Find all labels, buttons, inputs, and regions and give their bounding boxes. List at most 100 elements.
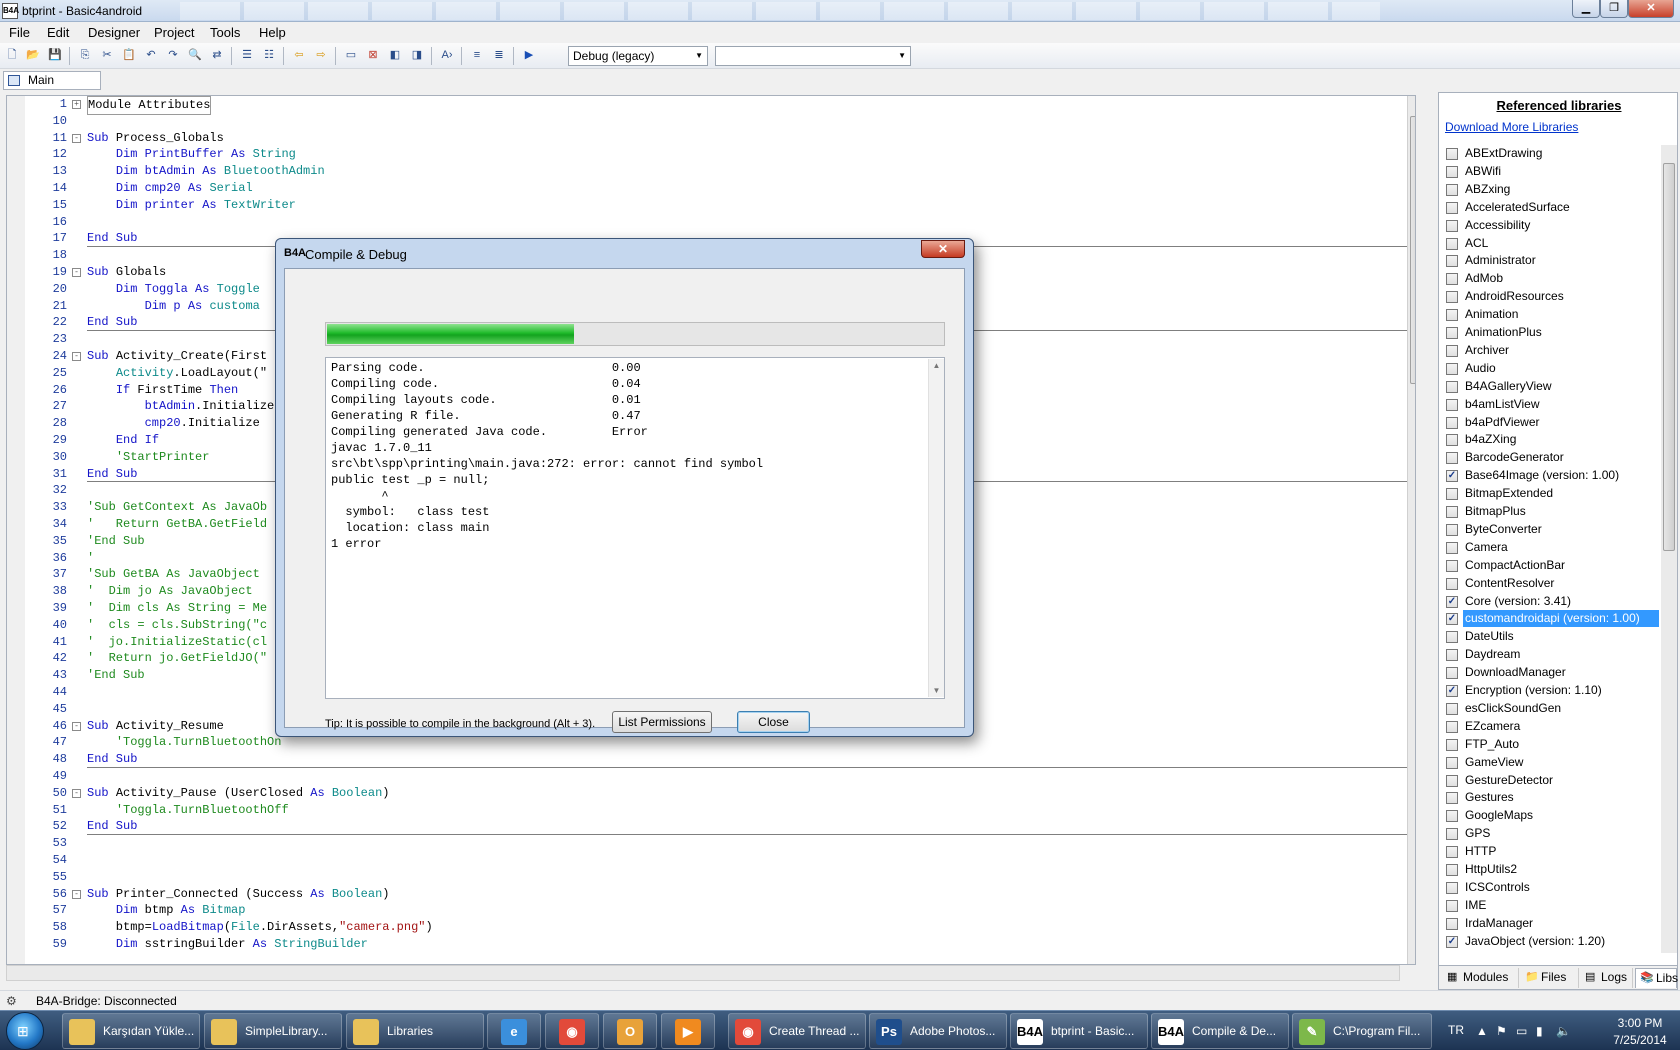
code-line[interactable]: 51 'Toggla.TurnBluetoothOff <box>25 802 1415 819</box>
uncomment-block-icon[interactable]: ≣ <box>491 47 507 63</box>
next-bookmark-icon[interactable]: ◨ <box>409 47 425 63</box>
editor-horizontal-scrollbar[interactable] <box>6 965 1400 981</box>
library-item[interactable]: DownloadManager <box>1443 664 1661 681</box>
library-item[interactable]: B4AGalleryView <box>1443 378 1661 395</box>
dialog-close-button[interactable]: ✕ <box>921 240 965 258</box>
library-checkbox[interactable] <box>1446 327 1458 339</box>
library-item[interactable]: ABWifi <box>1443 163 1661 180</box>
library-item[interactable]: GameView <box>1443 754 1661 771</box>
library-checkbox[interactable] <box>1446 792 1458 805</box>
indent-icon[interactable]: ☷ <box>261 47 277 63</box>
clock-time[interactable]: 3:00 PM <box>1608 1016 1672 1030</box>
code-line[interactable]: 15 Dim printer As TextWriter <box>25 197 1415 214</box>
download-libraries-link[interactable]: Download More Libraries <box>1445 120 1578 134</box>
library-item[interactable]: ByteConverter <box>1443 521 1661 538</box>
library-item[interactable]: Administrator <box>1443 252 1661 269</box>
library-checkbox[interactable] <box>1446 541 1458 554</box>
close-window-button[interactable]: ✕ <box>1628 0 1674 18</box>
tab-modules[interactable]: ▦ Modules <box>1443 968 1519 988</box>
library-checkbox[interactable] <box>1446 774 1458 787</box>
paste-icon[interactable]: 📋 <box>121 47 137 63</box>
compile-log-scrollbar[interactable]: ▲ ▼ <box>928 359 944 697</box>
code-line[interactable]: 55 <box>25 869 1415 886</box>
library-item[interactable]: HTTP <box>1443 843 1661 860</box>
code-line[interactable]: 12 Dim PrintBuffer As String <box>25 146 1415 163</box>
library-checkbox[interactable] <box>1446 255 1458 268</box>
library-checkbox[interactable] <box>1446 846 1458 859</box>
library-item[interactable]: Camera <box>1443 539 1661 556</box>
comment-block-icon[interactable]: ≡ <box>469 47 485 63</box>
library-item[interactable]: b4amListView <box>1443 396 1661 413</box>
action-center-icon[interactable]: ⚑ <box>1496 1024 1507 1038</box>
code-line[interactable]: 58 btmp=LoadBitmap(File.DirAssets,"camer… <box>25 919 1415 936</box>
code-line[interactable]: 59 Dim sstringBuilder As StringBuilder <box>25 936 1415 953</box>
find-icon[interactable]: 🔍 <box>187 47 203 63</box>
library-item[interactable]: Archiver <box>1443 342 1661 359</box>
code-line[interactable]: 13 Dim btAdmin As BluetoothAdmin <box>25 163 1415 180</box>
library-checkbox[interactable] <box>1446 148 1458 160</box>
library-checkbox[interactable]: ✓ <box>1446 595 1458 608</box>
library-checkbox[interactable]: ✓ <box>1446 470 1458 483</box>
maximize-button[interactable]: ❐ <box>1600 0 1628 18</box>
library-item[interactable]: ABZxing <box>1443 181 1661 198</box>
tab-logs[interactable]: ▤ Logs <box>1581 968 1633 988</box>
library-checkbox[interactable] <box>1446 201 1458 214</box>
library-checkbox[interactable] <box>1446 380 1458 393</box>
start-button[interactable]: ⊞ <box>6 1012 44 1050</box>
library-item[interactable]: Daydream <box>1443 646 1661 663</box>
scroll-down-icon[interactable]: ▼ <box>929 686 944 695</box>
library-item[interactable]: b4aZXing <box>1443 431 1661 448</box>
library-item[interactable]: ICSControls <box>1443 879 1661 896</box>
library-checkbox[interactable] <box>1446 506 1458 518</box>
build-config-select[interactable]: Debug (legacy) ▼ <box>568 46 708 66</box>
copy-icon[interactable]: ⎘ <box>77 47 93 63</box>
menu-help[interactable]: Help <box>259 25 286 40</box>
code-line[interactable]: 10 <box>25 113 1415 130</box>
navigate-back-icon[interactable]: ⇦ <box>291 47 307 63</box>
compile-log[interactable]: Parsing code. 0.00 Compiling code. 0.04 Co… <box>325 357 945 699</box>
collapse-icon[interactable]: - <box>72 721 81 731</box>
device-select[interactable]: ▼ <box>715 46 911 66</box>
menu-file[interactable]: File <box>9 25 30 40</box>
library-item[interactable]: ✓ customandroidapi (version: 1.00) <box>1443 610 1661 628</box>
library-item[interactable]: ContentResolver <box>1443 575 1661 592</box>
network-icon[interactable]: ▭ <box>1516 1024 1527 1038</box>
language-indicator[interactable]: TR <box>1448 1023 1464 1037</box>
menu-tools[interactable]: Tools <box>210 25 240 40</box>
library-item[interactable]: BitmapExtended <box>1443 485 1661 502</box>
library-checkbox[interactable] <box>1446 559 1458 572</box>
toggle-bookmark-icon[interactable]: ▭ <box>343 47 359 63</box>
code-line[interactable]: 14 Dim cmp20 As Serial <box>25 180 1415 197</box>
replace-icon[interactable]: ⇄ <box>209 47 225 63</box>
collapse-icon[interactable]: - <box>72 352 81 361</box>
close-button[interactable]: Close <box>737 711 810 733</box>
library-item[interactable]: DateUtils <box>1443 628 1661 645</box>
library-item[interactable]: EZcamera <box>1443 718 1661 735</box>
library-item[interactable]: FTP_Auto <box>1443 736 1661 753</box>
library-checkbox[interactable] <box>1446 416 1458 429</box>
library-checkbox[interactable] <box>1446 631 1458 644</box>
taskbar-item[interactable]: B4A Compile & De... <box>1151 1013 1289 1049</box>
library-item[interactable]: AnimationPlus <box>1443 324 1661 341</box>
collapse-icon[interactable]: - <box>72 889 81 899</box>
code-line[interactable]: 16 <box>25 214 1415 231</box>
taskbar-item[interactable]: SimpleLibrary... <box>204 1013 342 1049</box>
scrollbar-thumb[interactable] <box>1663 163 1675 551</box>
library-checkbox[interactable] <box>1446 362 1458 375</box>
library-item[interactable]: b4aPdfViewer <box>1443 414 1661 431</box>
library-item[interactable]: Animation <box>1443 306 1661 323</box>
collapse-icon[interactable]: - <box>72 268 81 277</box>
tab-libs[interactable]: 📚 Libs <box>1635 968 1678 988</box>
library-item[interactable]: AcceleratedSurface <box>1443 199 1661 216</box>
scroll-up-icon[interactable]: ▲ <box>929 361 944 370</box>
library-item[interactable]: CompactActionBar <box>1443 557 1661 574</box>
library-checkbox[interactable] <box>1446 577 1458 590</box>
taskbar-item[interactable]: ◉ Create Thread ... <box>728 1013 866 1049</box>
show-hidden-icons-icon[interactable]: ▲ <box>1476 1024 1488 1038</box>
expand-icon[interactable]: + <box>72 100 81 109</box>
navigate-forward-icon[interactable]: ⇨ <box>313 47 329 63</box>
library-checkbox[interactable] <box>1446 219 1458 232</box>
library-checkbox[interactable] <box>1446 434 1458 447</box>
library-item[interactable]: esClickSoundGen <box>1443 700 1661 717</box>
code-line[interactable]: 1 + Module Attributes <box>25 96 1415 115</box>
